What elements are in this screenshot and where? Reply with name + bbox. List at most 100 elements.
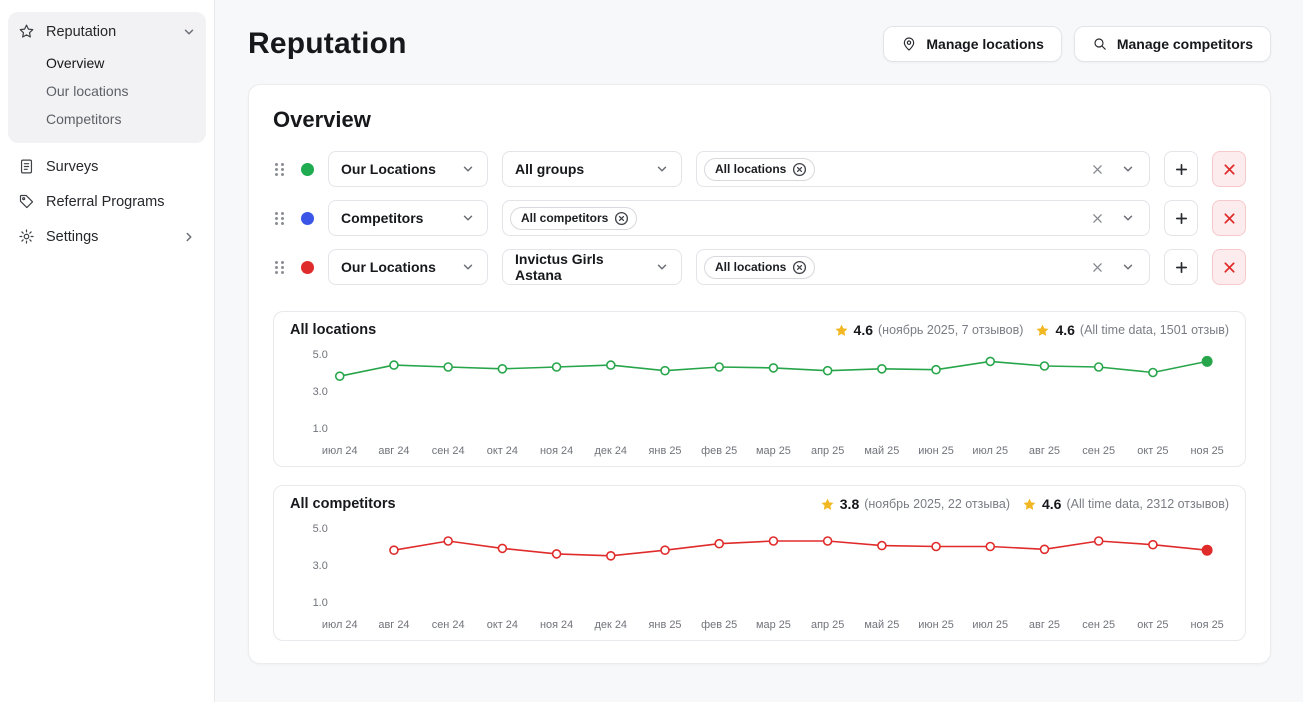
app-window: Reputation Overview Our locations Compet… (0, 0, 1303, 702)
add-filter-row-button[interactable] (1164, 249, 1198, 285)
svg-text:янв 25: янв 25 (649, 619, 682, 631)
svg-text:окт 24: окт 24 (487, 619, 518, 631)
remove-chip-icon[interactable] (792, 162, 807, 177)
source-type-select[interactable]: Our Locations (328, 151, 488, 187)
source-type-select[interactable]: Our Locations (328, 249, 488, 285)
rating-period: 4.6 (ноябрь 2025, 7 отзывов) (834, 322, 1024, 338)
clear-selection-icon[interactable] (1091, 163, 1104, 176)
source-type-select[interactable]: Competitors (328, 200, 488, 236)
map-pin-icon (901, 36, 917, 52)
manage-locations-label: Manage locations (926, 36, 1043, 52)
svg-text:окт 25: окт 25 (1137, 619, 1168, 631)
selected-chip[interactable]: All competitors (510, 207, 637, 230)
competitors-multiselect[interactable]: All competitors (502, 200, 1150, 236)
sidebar-item-referral-programs[interactable]: Referral Programs (8, 184, 206, 219)
sidebar-subnav: Overview Our locations Competitors (8, 49, 206, 133)
star-icon (18, 23, 35, 40)
chevron-right-icon (182, 230, 196, 244)
source-type-value: Our Locations (341, 259, 436, 275)
rating-note: (All time data, 1501 отзыв) (1080, 323, 1229, 337)
svg-text:фев 25: фев 25 (701, 619, 737, 631)
selected-chip[interactable]: All locations (704, 256, 815, 279)
multiselect-controls (1091, 211, 1135, 225)
overview-card: Overview Our Locations All groups All lo… (248, 84, 1271, 664)
chevron-down-icon (655, 260, 669, 274)
chip-label: All locations (715, 260, 786, 274)
drag-handle-icon[interactable] (273, 259, 287, 276)
manage-locations-button[interactable]: Manage locations (883, 26, 1061, 62)
page-header: Reputation Manage locations Manage compe… (248, 26, 1271, 62)
tag-icon (18, 193, 35, 210)
selected-chip[interactable]: All locations (704, 158, 815, 181)
svg-text:сен 25: сен 25 (1082, 619, 1115, 631)
chart-header: All competitors 3.8 (ноябрь 2025, 22 отз… (290, 496, 1229, 512)
locations-multiselect[interactable]: All locations (696, 249, 1150, 285)
add-filter-row-button[interactable] (1164, 151, 1198, 187)
gear-icon (18, 228, 35, 245)
drag-handle-icon[interactable] (273, 210, 287, 227)
sidebar-item-label: Surveys (46, 159, 196, 175)
svg-text:сен 25: сен 25 (1082, 445, 1115, 457)
sidebar-item-reputation[interactable]: Reputation (8, 14, 206, 49)
clear-selection-icon[interactable] (1091, 212, 1104, 225)
svg-text:июн 25: июн 25 (918, 445, 954, 457)
source-type-value: Our Locations (341, 161, 436, 177)
sidebar: Reputation Overview Our locations Compet… (0, 0, 215, 702)
svg-text:ноя 24: ноя 24 (540, 445, 573, 457)
remove-filter-row-button[interactable] (1212, 200, 1246, 236)
svg-text:июл 25: июл 25 (972, 619, 1008, 631)
remove-chip-icon[interactable] (792, 260, 807, 275)
series-color-dot (301, 163, 314, 176)
svg-text:окт 25: окт 25 (1137, 445, 1168, 457)
sidebar-item-overview[interactable]: Overview (46, 49, 206, 77)
group-select[interactable]: Invictus Girls Astana (502, 249, 682, 285)
chip-label: All locations (715, 162, 786, 176)
series-color-dot (301, 261, 314, 274)
multiselect-controls (1091, 260, 1135, 274)
add-filter-row-button[interactable] (1164, 200, 1198, 236)
chevron-down-icon[interactable] (1121, 211, 1135, 225)
magnifier-icon (1092, 36, 1108, 52)
remove-filter-row-button[interactable] (1212, 249, 1246, 285)
remove-chip-icon[interactable] (614, 211, 629, 226)
drag-handle-icon[interactable] (273, 161, 287, 178)
chart-rating-summary: 4.6 (ноябрь 2025, 7 отзывов) 4.6 (All ti… (834, 322, 1229, 338)
star-icon (834, 323, 849, 338)
svg-text:окт 24: окт 24 (487, 445, 518, 457)
group-select-value: Invictus Girls Astana (515, 251, 647, 283)
svg-text:авг 25: авг 25 (1029, 619, 1060, 631)
chevron-down-icon[interactable] (1121, 162, 1135, 176)
line-chart-all-competitors: 5.03.01.0июл 24авг 24сен 24окт 24ноя 24д… (290, 514, 1229, 632)
chevron-down-icon[interactable] (1121, 260, 1135, 274)
series-color-dot (301, 212, 314, 225)
filter-row-single-location: Our Locations Invictus Girls Astana All … (273, 249, 1246, 285)
sidebar-item-settings[interactable]: Settings (8, 219, 206, 254)
filter-row-competitors: Competitors All competitors (273, 200, 1246, 236)
svg-text:мар 25: мар 25 (756, 445, 791, 457)
main-content: Reputation Manage locations Manage compe… (215, 0, 1303, 702)
chevron-down-icon (655, 162, 669, 176)
svg-text:май 25: май 25 (864, 445, 899, 457)
chart-card-all-locations: All locations 4.6 (ноябрь 2025, 7 отзыво… (273, 311, 1246, 467)
rating-value: 4.6 (854, 322, 873, 338)
filter-row-our-locations: Our Locations All groups All locations (273, 151, 1246, 187)
star-icon (820, 497, 835, 512)
svg-text:3.0: 3.0 (313, 386, 328, 398)
svg-text:июл 25: июл 25 (972, 445, 1008, 457)
svg-text:авг 24: авг 24 (378, 619, 409, 631)
locations-multiselect[interactable]: All locations (696, 151, 1150, 187)
sidebar-item-surveys[interactable]: Surveys (8, 149, 206, 184)
sidebar-item-competitors[interactable]: Competitors (46, 105, 206, 133)
group-select[interactable]: All groups (502, 151, 682, 187)
sidebar-item-our-locations[interactable]: Our locations (46, 77, 206, 105)
chart-header: All locations 4.6 (ноябрь 2025, 7 отзыво… (290, 322, 1229, 338)
remove-filter-row-button[interactable] (1212, 151, 1246, 187)
page-title: Reputation (248, 27, 407, 61)
svg-text:ноя 25: ноя 25 (1190, 445, 1223, 457)
manage-competitors-button[interactable]: Manage competitors (1074, 26, 1271, 62)
sidebar-item-label: Referral Programs (46, 194, 196, 210)
svg-text:июл 24: июл 24 (322, 445, 358, 457)
chevron-down-icon (461, 211, 475, 225)
clear-selection-icon[interactable] (1091, 261, 1104, 274)
close-icon (1222, 162, 1237, 177)
